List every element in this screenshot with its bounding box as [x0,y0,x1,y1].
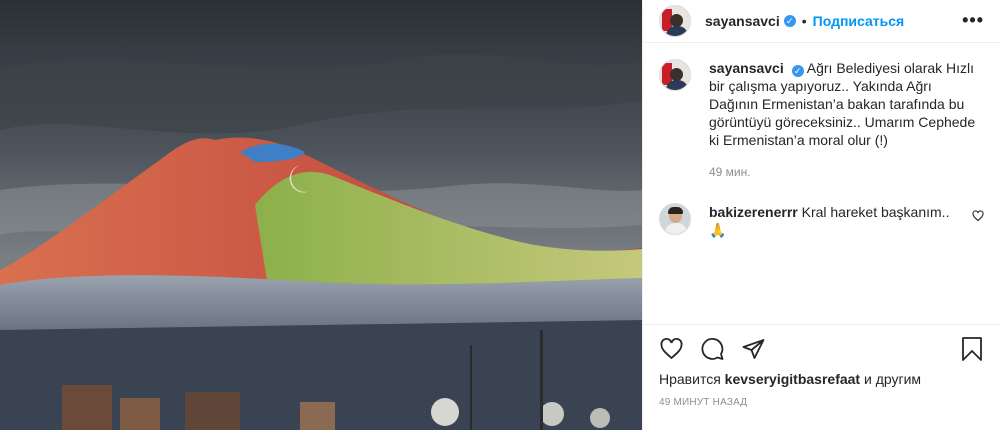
mountain-photo [0,0,642,430]
post-actions: Нравится kevseryigitbasrefaat и другим 4… [643,324,1000,430]
comment-body: bakizerenerrr Kral hareket başkanım..🙏 [709,203,984,239]
more-options-icon[interactable]: ••• [962,10,984,31]
action-icons [659,335,984,365]
likes-summary: Нравится kevseryigitbasrefaat и другим [659,371,984,387]
post-side-panel: sayansavci ✓ • Подписаться ••• sayansavc… [642,0,1000,430]
instagram-post: sayansavci ✓ • Подписаться ••• sayansavc… [0,0,1000,430]
comments-section: sayansavci ✓ Ağrı Belediyesi olarak Hızl… [643,43,1000,324]
caption: sayansavci ✓ Ağrı Belediyesi olarak Hızl… [659,59,984,181]
likes-suffix[interactable]: и другим [860,371,921,387]
liked-by-user[interactable]: kevseryigitbasrefaat [725,371,860,387]
author-avatar[interactable] [659,5,691,37]
caption-username[interactable]: sayansavci [709,60,784,76]
save-bookmark-icon[interactable] [960,336,984,365]
caption-body: sayansavci ✓ Ağrı Belediyesi olarak Hızl… [709,59,984,181]
commenter-avatar[interactable] [659,203,691,235]
verified-badge-icon: ✓ [791,65,804,77]
post-header: sayansavci ✓ • Подписаться ••• [643,0,1000,43]
follow-button[interactable]: Подписаться [813,13,905,29]
separator-dot: • [801,13,807,29]
comment-like-icon[interactable] [972,209,984,225]
share-paper-plane-icon[interactable] [741,337,766,364]
caption-time[interactable]: 49 мин. [709,163,984,181]
comment-bubble-icon[interactable] [700,337,725,364]
like-heart-icon[interactable] [659,337,684,364]
caption-author-avatar[interactable] [659,59,691,91]
comment-item: bakizerenerrr Kral hareket başkanım..🙏 [659,203,984,239]
comment-username[interactable]: bakizerenerrr [709,204,798,220]
post-timestamp[interactable]: 49 МИНУТ НАЗАД [659,397,984,408]
post-image[interactable] [0,0,642,430]
likes-prefix: Нравится [659,371,725,387]
verified-badge-icon: ✓ [783,15,796,27]
author-username[interactable]: sayansavci [705,13,780,29]
